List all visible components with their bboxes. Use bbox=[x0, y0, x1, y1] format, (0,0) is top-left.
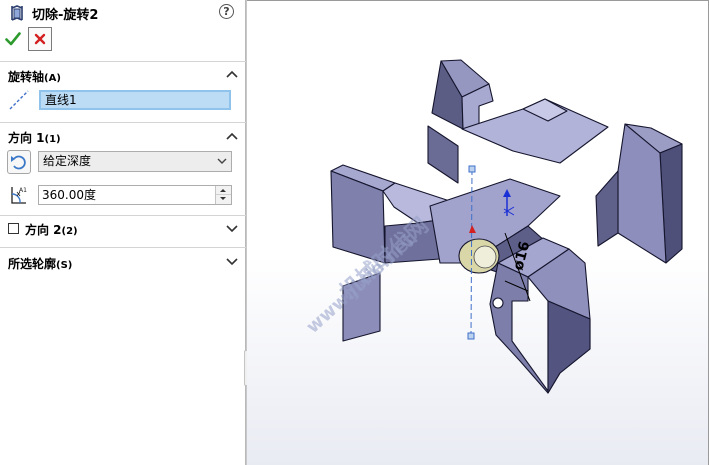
section-divider bbox=[0, 215, 246, 216]
svg-text:A1: A1 bbox=[19, 187, 27, 194]
section-contours-shortcut: (S) bbox=[56, 260, 73, 271]
feature-title-bar: 切除-旋转2 ? bbox=[0, 0, 246, 26]
section-direction1-title: 方向 1 bbox=[8, 131, 45, 145]
end-condition-select[interactable]: 给定深度 bbox=[38, 151, 232, 172]
axis-line-icon bbox=[9, 90, 29, 110]
direction2-checkbox[interactable] bbox=[8, 223, 19, 234]
revolved-cut-icon bbox=[11, 5, 23, 21]
chevron-down-icon bbox=[217, 158, 227, 164]
part-face bbox=[427, 125, 459, 184]
section-axis-shortcut: (A) bbox=[44, 73, 61, 84]
property-manager-panel: 切除-旋转2 ? 旋转轴(A) 直线1 方向 1(1) 给定深度 A1 360.… bbox=[0, 0, 246, 465]
cancel-button[interactable] bbox=[28, 27, 52, 51]
spin-up-button[interactable] bbox=[216, 186, 231, 195]
reverse-direction-icon bbox=[11, 155, 26, 170]
chevron-up-icon[interactable] bbox=[226, 70, 238, 78]
caret-down-icon bbox=[220, 197, 226, 200]
section-divider bbox=[0, 122, 246, 123]
section-direction1-header[interactable]: 方向 1(1) bbox=[8, 129, 61, 146]
angle-value: 360.00度 bbox=[42, 188, 96, 202]
help-button[interactable]: ? bbox=[219, 4, 234, 19]
axis-endpoint-handle[interactable] bbox=[467, 332, 475, 340]
axis-endpoint-handle[interactable] bbox=[468, 165, 476, 173]
part-face bbox=[595, 170, 619, 247]
end-condition-value: 给定深度 bbox=[43, 154, 92, 168]
model-view: ø16 机械时代网 www.jixie.net bbox=[302, 59, 683, 394]
ok-button[interactable] bbox=[5, 30, 21, 48]
section-direction2-header[interactable]: 方向 2(2) bbox=[25, 221, 78, 238]
chevron-up-icon[interactable] bbox=[226, 132, 238, 140]
section-contours-header[interactable]: 所选轮廓(S) bbox=[8, 255, 72, 272]
spin-down-button[interactable] bbox=[216, 195, 231, 204]
cylindrical-bore bbox=[473, 245, 497, 269]
section-direction2-title: 方向 2 bbox=[25, 223, 62, 237]
section-axis-header[interactable]: 旋转轴(A) bbox=[8, 68, 61, 85]
section-divider bbox=[0, 247, 246, 248]
caret-up-icon bbox=[220, 189, 226, 192]
feature-title: 切除-旋转2 bbox=[32, 8, 99, 23]
angle-icon: A1 bbox=[11, 187, 27, 204]
graphics-viewport[interactable]: ø16 机械时代网 www.jixie.net bbox=[247, 0, 709, 465]
reverse-direction-button[interactable] bbox=[7, 150, 31, 174]
small-hole bbox=[492, 297, 504, 309]
section-axis-title: 旋转轴 bbox=[8, 70, 45, 84]
chevron-down-icon[interactable] bbox=[226, 225, 238, 233]
section-direction2-shortcut: (2) bbox=[61, 226, 78, 237]
section-contours-title: 所选轮廓 bbox=[8, 257, 57, 271]
section-direction1-shortcut: (1) bbox=[44, 134, 61, 145]
part-model[interactable] bbox=[330, 59, 683, 394]
angle-spinner[interactable] bbox=[215, 186, 231, 204]
angle-input[interactable]: 360.00度 bbox=[38, 185, 232, 205]
chevron-down-icon[interactable] bbox=[226, 258, 238, 266]
close-icon bbox=[34, 33, 46, 45]
axis-selection-field[interactable]: 直线1 bbox=[39, 90, 231, 110]
section-divider bbox=[0, 61, 246, 62]
